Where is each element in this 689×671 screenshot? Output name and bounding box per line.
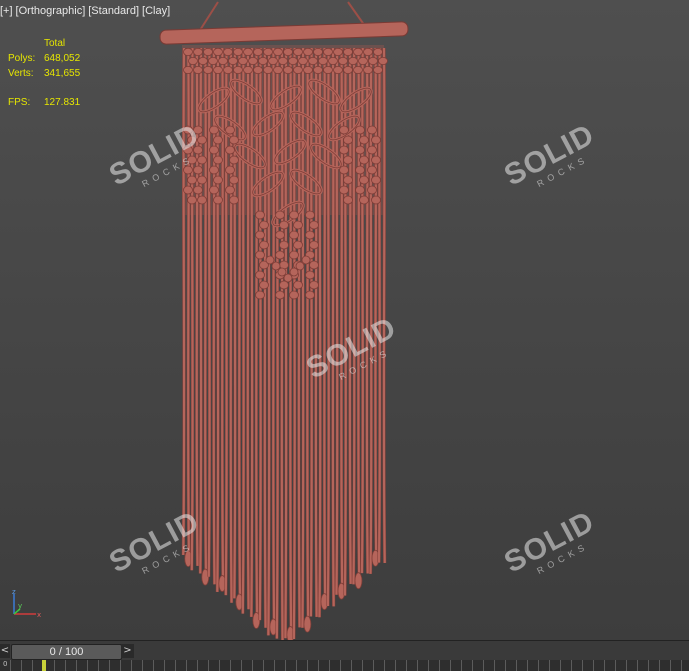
macrame-body (181, 45, 388, 640)
axis-y-label: y (18, 602, 22, 610)
axis-z-label: z (12, 588, 16, 596)
axis-x-label: x (37, 611, 41, 619)
time-slider-next-button[interactable]: > (121, 644, 134, 658)
wooden-dowel (159, 21, 409, 45)
time-slider-frame-display[interactable]: 0 / 100 (11, 644, 122, 660)
time-slider-bar[interactable]: < 0 / 100 > 0 (0, 640, 689, 671)
track-bar-start-frame: 0 (3, 660, 8, 668)
time-slider-prev-button[interactable]: < (0, 644, 10, 658)
track-bar[interactable] (0, 660, 689, 671)
axis-gizmo-icon: z y x (12, 588, 41, 619)
viewport[interactable]: [+] [Orthographic] [Standard] [Clay] Tot… (0, 0, 689, 640)
time-cursor[interactable] (42, 660, 46, 671)
macrame-wall-hanging-model[interactable] (0, 0, 689, 640)
